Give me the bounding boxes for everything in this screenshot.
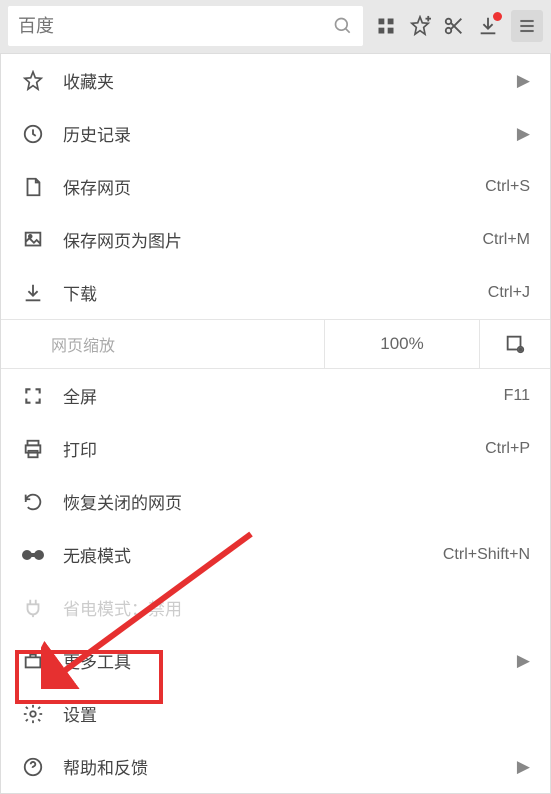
shortcut: Ctrl+Shift+N	[443, 546, 530, 564]
shortcut: Ctrl+M	[482, 231, 530, 249]
menu-download[interactable]: 下载 Ctrl+J	[1, 266, 550, 319]
main-menu: 收藏夹 ▶ 历史记录 ▶ 保存网页 Ctrl+S 保存网页为图片 Ctrl+M …	[0, 53, 551, 794]
menu-label: 更多工具	[63, 648, 509, 673]
download-toolbar-icon[interactable]	[477, 15, 499, 37]
search-input[interactable]	[18, 16, 333, 37]
menu-label: 保存网页为图片	[63, 227, 482, 252]
zoom-expand-button[interactable]	[480, 320, 550, 368]
star-icon	[21, 69, 45, 93]
incognito-icon	[21, 543, 45, 567]
zoom-value[interactable]: 100%	[325, 320, 480, 368]
menu-power-save: 省电模式：禁用	[1, 581, 550, 634]
menu-save-page[interactable]: 保存网页 Ctrl+S	[1, 160, 550, 213]
menu-print[interactable]: 打印 Ctrl+P	[1, 422, 550, 475]
menu-settings[interactable]: 设置	[1, 687, 550, 740]
clock-icon	[21, 122, 45, 146]
briefcase-icon	[21, 649, 45, 673]
menu-save-image[interactable]: 保存网页为图片 Ctrl+M	[1, 213, 550, 266]
chevron-right-icon: ▶	[517, 124, 530, 144]
help-icon	[21, 755, 45, 779]
menu-label: 全屏	[63, 383, 504, 408]
restore-icon	[21, 490, 45, 514]
menu-label: 恢复关闭的网页	[63, 489, 530, 514]
chevron-right-icon: ▶	[517, 71, 530, 91]
fullscreen-icon	[21, 384, 45, 408]
chevron-right-icon: ▶	[517, 757, 530, 777]
menu-label: 历史记录	[63, 121, 509, 146]
zoom-label: 网页缩放	[1, 320, 325, 368]
menu-label: 下载	[63, 280, 488, 305]
menu-help[interactable]: 帮助和反馈 ▶	[1, 740, 550, 793]
toolbar	[0, 0, 551, 52]
menu-label: 省电模式：禁用	[63, 595, 530, 620]
gear-icon	[21, 702, 45, 726]
shortcut: F11	[504, 387, 530, 405]
menu-label: 设置	[63, 701, 530, 726]
chevron-right-icon: ▶	[517, 651, 530, 671]
plug-icon	[21, 596, 45, 620]
search-box[interactable]	[8, 6, 363, 46]
menu-label: 收藏夹	[63, 68, 509, 93]
menu-fullscreen[interactable]: 全屏 F11	[1, 369, 550, 422]
download-icon	[21, 281, 45, 305]
menu-zoom-row: 网页缩放 100%	[1, 319, 550, 369]
apps-icon[interactable]	[375, 15, 397, 37]
image-file-icon	[21, 228, 45, 252]
menu-incognito[interactable]: 无痕模式 Ctrl+Shift+N	[1, 528, 550, 581]
menu-label: 保存网页	[63, 174, 485, 199]
shortcut: Ctrl+J	[488, 284, 530, 302]
menu-history[interactable]: 历史记录 ▶	[1, 107, 550, 160]
menu-label: 无痕模式	[63, 542, 443, 567]
print-icon	[21, 437, 45, 461]
scissors-icon[interactable]	[443, 15, 465, 37]
menu-button[interactable]	[511, 10, 543, 42]
shortcut: Ctrl+P	[485, 440, 530, 458]
menu-label: 帮助和反馈	[63, 754, 509, 779]
search-icon[interactable]	[333, 16, 353, 36]
menu-restore-closed[interactable]: 恢复关闭的网页	[1, 475, 550, 528]
file-icon	[21, 175, 45, 199]
menu-favorites[interactable]: 收藏夹 ▶	[1, 54, 550, 107]
menu-label: 打印	[63, 436, 485, 461]
star-add-icon[interactable]	[409, 15, 431, 37]
shortcut: Ctrl+S	[485, 178, 530, 196]
notification-dot	[493, 12, 502, 21]
menu-more-tools[interactable]: 更多工具 ▶	[1, 634, 550, 687]
